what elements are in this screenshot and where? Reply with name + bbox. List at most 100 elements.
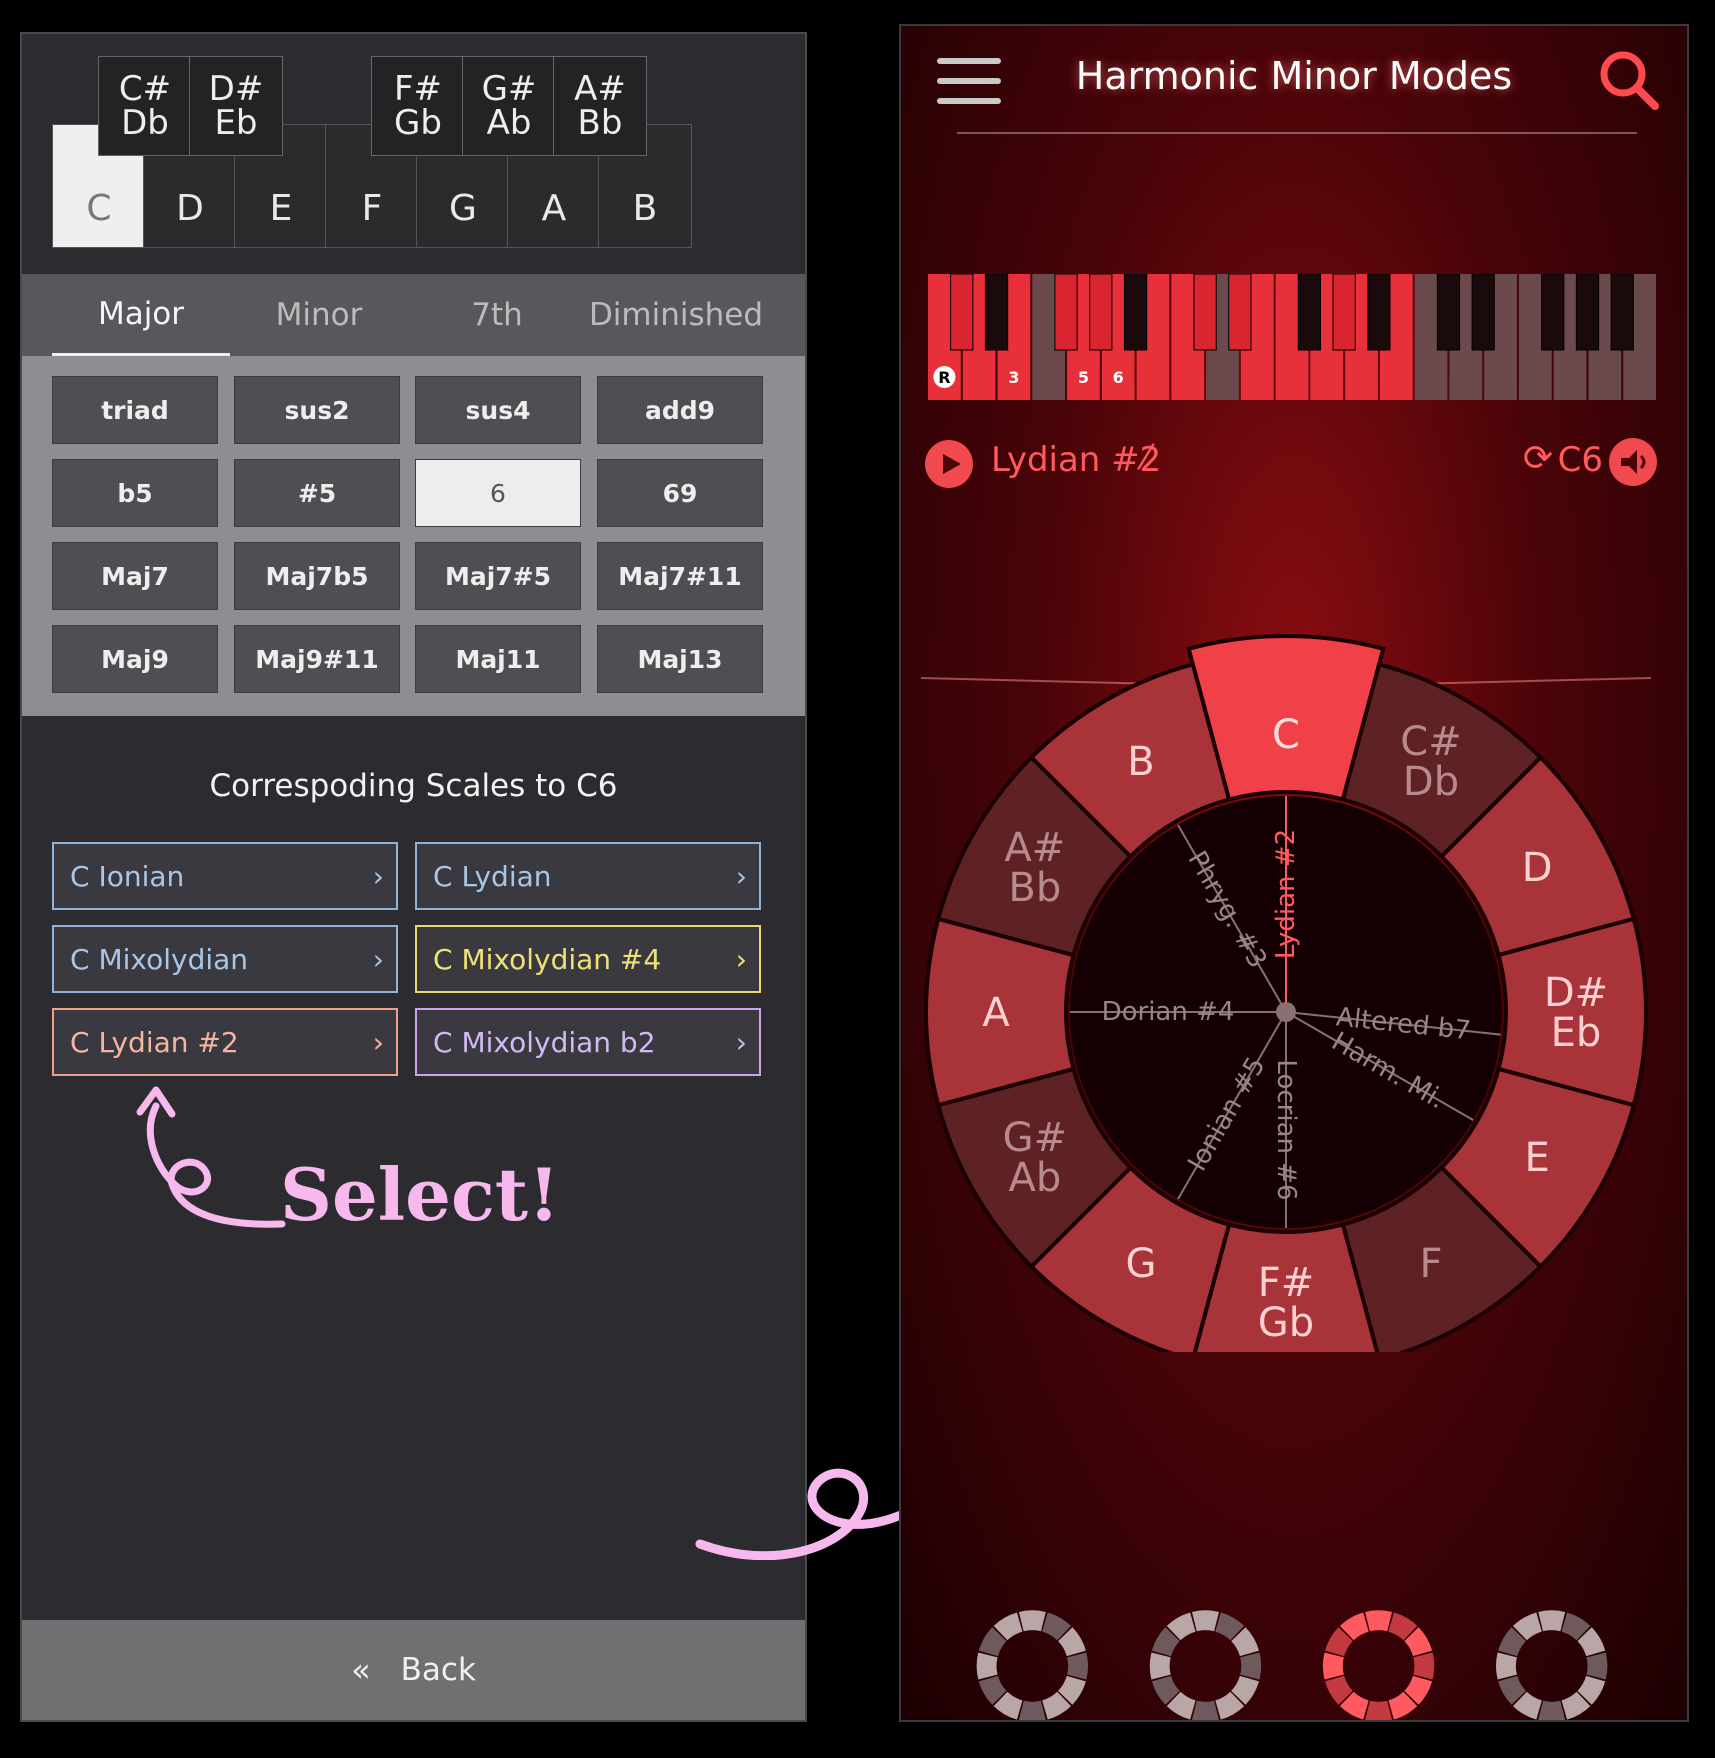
interval-marker: R bbox=[933, 366, 956, 388]
chord-button[interactable]: Maj7 bbox=[52, 542, 218, 610]
tab-7th[interactable]: 7th bbox=[408, 274, 586, 356]
chord-button[interactable]: #5 bbox=[234, 459, 400, 527]
interval-marker: 5 bbox=[1078, 368, 1089, 387]
chord-name: C6 bbox=[1557, 440, 1603, 480]
interval-label: R bbox=[938, 368, 950, 387]
key-d-sharp[interactable]: D# Eb bbox=[189, 56, 283, 156]
piano-black-key[interactable] bbox=[1471, 274, 1495, 351]
key-selector: C D E F G A B C# Db D# Eb F# Gb G# Ab A#… bbox=[22, 34, 805, 274]
key-a-sharp[interactable]: A# Bb bbox=[553, 56, 647, 156]
key-f-sharp[interactable]: F# Gb bbox=[371, 56, 465, 156]
scale-button-mixolydian[interactable]: C Mixolydian › bbox=[52, 925, 398, 993]
chevron-right-icon: › bbox=[735, 943, 747, 976]
wheel-note-label: C bbox=[1272, 712, 1300, 758]
chord-picker-panel: C D E F G A B C# Db D# Eb F# Gb G# Ab A#… bbox=[20, 32, 807, 1722]
preset-wheel-icon[interactable] bbox=[1495, 1610, 1608, 1721]
chevron-right-icon: › bbox=[372, 860, 384, 893]
search-icon[interactable] bbox=[1597, 48, 1661, 112]
chord-button[interactable]: add9 bbox=[597, 376, 763, 444]
piano-black-key[interactable] bbox=[950, 274, 974, 351]
play-mode-icon[interactable] bbox=[925, 440, 973, 488]
key-g-sharp[interactable]: G# Ab bbox=[462, 56, 556, 156]
chord-button[interactable]: Maj7#11 bbox=[597, 542, 763, 610]
chord-button[interactable]: Maj9#11 bbox=[234, 625, 400, 693]
chord-button[interactable]: Maj7#5 bbox=[415, 542, 581, 610]
piano-black-key[interactable] bbox=[1610, 274, 1634, 351]
mode-wheel-panel: Harmonic Minor Modes R 3 5 6 Lydian #2 ⁄ ⟳ … bbox=[899, 24, 1689, 1722]
interval-marker: 3 bbox=[1008, 368, 1019, 387]
piano-keyboard[interactable]: R 3 5 6 bbox=[927, 274, 1657, 400]
preset-wheel-icon[interactable] bbox=[976, 1610, 1089, 1721]
preset-wheel-icon[interactable] bbox=[1149, 1610, 1262, 1721]
piano-black-key[interactable] bbox=[984, 274, 1009, 351]
scale-label: C Lydian bbox=[433, 859, 552, 893]
chord-button[interactable]: Maj13 bbox=[597, 625, 763, 693]
wheel-note-label: D bbox=[1522, 845, 1553, 891]
mode-label[interactable]: Dorian #4 bbox=[1102, 997, 1235, 1027]
edit-icon[interactable]: ⁄ bbox=[1143, 438, 1149, 478]
scale-label: C Mixolydian b2 bbox=[433, 1025, 656, 1059]
mode-label[interactable]: Locrian #6 bbox=[1271, 1059, 1301, 1200]
tab-major[interactable]: Major bbox=[52, 274, 230, 356]
scale-button-mixolydian-b2[interactable]: C Mixolydian b2 › bbox=[415, 1008, 761, 1076]
piano-black-key[interactable] bbox=[1089, 274, 1113, 351]
wheel-note-label: G bbox=[1126, 1241, 1157, 1287]
piano-black-key[interactable] bbox=[1297, 274, 1322, 351]
scale-button-lydian[interactable]: C Lydian › bbox=[415, 842, 761, 910]
chord-button[interactable]: Maj9 bbox=[52, 625, 218, 693]
chord-button[interactable]: Maj11 bbox=[415, 625, 581, 693]
back-label: Back bbox=[400, 1652, 476, 1688]
chevron-right-icon: › bbox=[372, 1026, 384, 1059]
piano-black-key[interactable] bbox=[1123, 274, 1148, 351]
interval-label: 5 bbox=[1078, 368, 1089, 387]
interval-label: 3 bbox=[1008, 368, 1019, 387]
piano-black-key[interactable] bbox=[1575, 274, 1600, 351]
chord-button[interactable]: 69 bbox=[597, 459, 763, 527]
chord-button[interactable]: sus2 bbox=[234, 376, 400, 444]
tab-minor[interactable]: Minor bbox=[230, 274, 408, 356]
preset-dots[interactable] bbox=[901, 1606, 1687, 1722]
piano-black-key[interactable] bbox=[1332, 274, 1356, 351]
mode-name: Lydian #2 bbox=[991, 440, 1162, 480]
piano-black-key[interactable] bbox=[1367, 274, 1391, 351]
chord-type-tabs: Major Minor 7th Diminished bbox=[22, 274, 805, 356]
scales-heading: Correspoding Scales to C6 bbox=[209, 768, 618, 804]
wheel-note-label: F bbox=[1419, 1241, 1442, 1287]
wheel-note-label: A bbox=[982, 990, 1010, 1036]
chord-button-grid: triad sus2 sus4 add9 b5 #5 6 69 Maj7 Maj… bbox=[22, 356, 805, 716]
chord-button[interactable]: Maj7b5 bbox=[234, 542, 400, 610]
piano-black-key[interactable] bbox=[1436, 274, 1461, 351]
wheel-note-label: E bbox=[1525, 1135, 1550, 1181]
chord-button-selected[interactable]: 6 bbox=[415, 459, 581, 527]
interval-label: 6 bbox=[1113, 368, 1124, 387]
mode-wheel[interactable]: C C# DbDD# EbEFF# GbGG# AbAA# BbBLydian #2Alte… bbox=[921, 592, 1651, 1352]
chord-button[interactable]: b5 bbox=[52, 459, 218, 527]
wheel-note-label: G# Ab bbox=[1003, 1115, 1068, 1201]
double-chevron-left-icon: « bbox=[351, 1651, 371, 1689]
wheel-note-label: B bbox=[1127, 739, 1154, 785]
scale-button-ionian[interactable]: C Ionian › bbox=[52, 842, 398, 910]
piano-black-key[interactable] bbox=[1541, 274, 1565, 351]
scale-button-lydian-sharp2[interactable]: C Lydian #2 › bbox=[52, 1008, 398, 1076]
scale-label: C Lydian #2 bbox=[70, 1025, 239, 1059]
speaker-icon[interactable] bbox=[1609, 438, 1657, 486]
piano-black-key[interactable] bbox=[1054, 274, 1078, 351]
key-c-sharp[interactable]: C# Db bbox=[98, 56, 192, 156]
scale-label: C Mixolydian bbox=[70, 942, 249, 976]
page-title: Harmonic Minor Modes bbox=[1075, 54, 1513, 98]
back-button[interactable]: « Back bbox=[22, 1620, 805, 1720]
wheel-note-label: C# Db bbox=[1400, 719, 1461, 805]
chevron-right-icon: › bbox=[735, 1026, 747, 1059]
mode-label[interactable]: Lydian #2 bbox=[1271, 829, 1301, 959]
chevron-right-icon: › bbox=[372, 943, 384, 976]
piano-black-key[interactable] bbox=[1193, 274, 1217, 351]
chord-button[interactable]: triad bbox=[52, 376, 218, 444]
chevron-right-icon: › bbox=[735, 860, 747, 893]
tab-diminished[interactable]: Diminished bbox=[586, 274, 766, 356]
scale-button-mixolydian-sharp4[interactable]: C Mixolydian #4 › bbox=[415, 925, 761, 993]
preset-wheel-icon[interactable] bbox=[1322, 1610, 1435, 1721]
mode-controls: Lydian #2 ⁄ ⟳ C6 bbox=[921, 436, 1671, 492]
piano-black-key[interactable] bbox=[1228, 274, 1252, 351]
repeat-icon[interactable]: ⟳ bbox=[1523, 438, 1553, 479]
chord-button[interactable]: sus4 bbox=[415, 376, 581, 444]
